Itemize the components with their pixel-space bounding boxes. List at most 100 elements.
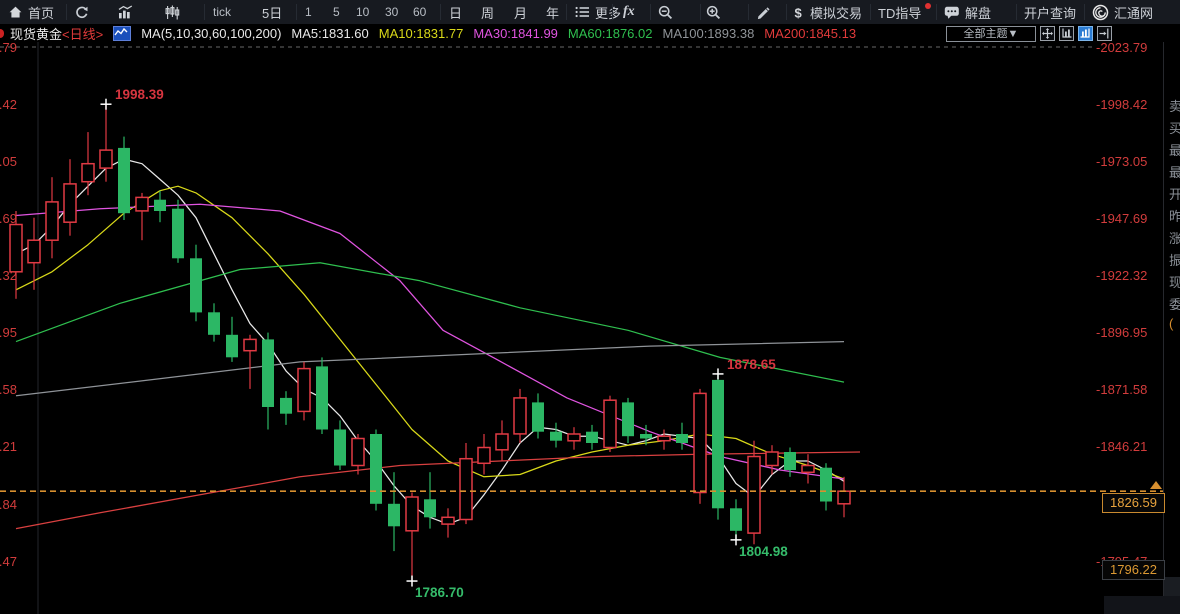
- clipped-quote-label: 委: [1169, 294, 1180, 310]
- toolbar-item-period-month[interactable]: 月: [514, 0, 527, 24]
- expand-icon[interactable]: [1040, 26, 1055, 41]
- toolbar-item-jiepan[interactable]: 解盘: [944, 0, 991, 24]
- chart-canvas[interactable]: 1998.391878.651804.981786.70: [0, 0, 1180, 614]
- clipped-quote-label: 昨: [1169, 206, 1180, 222]
- home-icon: [8, 5, 23, 19]
- toolbar-item-label: 日: [449, 3, 462, 22]
- current-price-box: 1826.59: [1102, 493, 1165, 513]
- ma-legend-item: MA10:1831.77: [379, 26, 464, 41]
- theme-dropdown[interactable]: 全部主题▼: [946, 26, 1036, 42]
- ma-group-label: MA(5,10,30,60,100,200): [141, 26, 281, 41]
- toolbar-item-period-5d[interactable]: 5日: [262, 0, 282, 24]
- toolbar-item-label: tick: [213, 5, 231, 19]
- zoom-out-icon: [658, 5, 673, 20]
- price-axis-label-clipped: 1998.42: [0, 97, 17, 112]
- ma-legend-item: MA30:1841.99: [473, 26, 558, 41]
- toolbar-item-label: 10: [356, 5, 369, 19]
- right-axis-chart-icon[interactable]: [1078, 26, 1093, 41]
- price-axis-label-clipped: 1947.69: [0, 211, 17, 226]
- price-axis-label-clipped: 1795.47: [0, 554, 17, 569]
- clipped-quote-label: 最: [1169, 162, 1180, 178]
- toolbar-item-period-10[interactable]: 10: [356, 0, 369, 24]
- toolbar-item-tick[interactable]: tick: [213, 0, 231, 24]
- clipped-quote-label: 现: [1169, 272, 1180, 288]
- toolbar-item-home[interactable]: 首页: [8, 0, 54, 24]
- price-axis-label-clipped: 1973.05: [0, 154, 17, 169]
- svg-text:1998.39: 1998.39: [115, 87, 164, 102]
- toolbar-item-more[interactable]: 更多: [575, 0, 621, 24]
- price-axis-label-clipped: 1846.21: [0, 439, 17, 454]
- price-axis-label: -1846.21: [1096, 439, 1147, 454]
- toolbar-item-account-query[interactable]: 开户查询: [1024, 0, 1076, 24]
- clipped-quote-label: 振: [1169, 250, 1180, 266]
- ma-legend-item: MA60:1876.02: [568, 26, 653, 41]
- toolbar-item-label: 年: [546, 3, 559, 22]
- toolbar-item-label: 周: [481, 3, 494, 22]
- toolbar-item-label: fx: [623, 4, 635, 20]
- price-axis-label-clipped: 1896.95: [0, 325, 17, 340]
- toolbar-item-period-5[interactable]: 5: [333, 0, 340, 24]
- period-tag: <日线>: [62, 27, 103, 42]
- toolbar-item-label: 30: [385, 5, 398, 19]
- clipped-quote-label: 卖: [1169, 96, 1180, 112]
- mini-chart-icon: [113, 26, 131, 41]
- ma-legend-item: MA100:1893.38: [663, 26, 755, 41]
- toolbar-item-period-day[interactable]: 日: [449, 0, 462, 24]
- toolbar-item-label: 60: [413, 5, 426, 19]
- toolbar-separator: [440, 4, 441, 20]
- toolbar-item-draw[interactable]: [756, 0, 771, 24]
- legend-row: 现货黄金<日线> MA(5,10,30,60,100,200) MA5:1831…: [0, 24, 1180, 42]
- toolbar-item-zoom-in[interactable]: [706, 0, 721, 24]
- toolbar-separator: [296, 4, 297, 20]
- ma-legend-item: MA5:1831.60: [291, 26, 368, 41]
- toolbar-item-period-30[interactable]: 30: [385, 0, 398, 24]
- huitong-logo-icon: [1092, 4, 1109, 21]
- price-axis-label: -1998.42: [1096, 97, 1147, 112]
- candlestick-icon: [165, 5, 180, 20]
- price-axis-label: -1871.58: [1096, 382, 1147, 397]
- toolbar-separator: [1084, 4, 1085, 20]
- svg-text:$: $: [795, 5, 803, 20]
- pane-arrow-icon[interactable]: [1097, 26, 1112, 41]
- price-axis-label: -1922.32: [1096, 268, 1147, 283]
- main-toolbar: 首页 tick 5日 1 5 10 30 60 日周 月年 更多fx $模拟交易 TD指导 解盘 开户查询汇…: [0, 0, 1180, 24]
- toolbar-item-label: TD指导: [878, 3, 921, 22]
- menu-list-icon: [575, 5, 590, 19]
- zoom-in-icon: [706, 5, 721, 20]
- toolbar-item-sim-trading[interactable]: $模拟交易: [794, 0, 862, 24]
- toolbar-item-period-year[interactable]: 年: [546, 0, 559, 24]
- svg-text:1804.98: 1804.98: [739, 544, 788, 559]
- toolbar-item-zoom-out[interactable]: [658, 0, 673, 24]
- clipped-quote-label: 开: [1169, 184, 1180, 200]
- toolbar-separator: [204, 4, 205, 20]
- toolbar-item-refresh[interactable]: [74, 0, 89, 24]
- clipped-quote-label: 涨: [1169, 228, 1180, 244]
- toolbar-separator: [786, 4, 787, 20]
- toolbar-item-huitong[interactable]: 汇通网: [1092, 0, 1153, 24]
- toolbar-item-td-guide[interactable]: TD指导: [878, 0, 921, 24]
- left-axis-chart-icon[interactable]: [1059, 26, 1074, 41]
- toolbar-item-label: 解盘: [965, 3, 991, 22]
- toolbar-item-label: 首页: [28, 3, 54, 22]
- svg-text:1786.70: 1786.70: [415, 585, 464, 600]
- toolbar-item-period-week[interactable]: 周: [481, 0, 494, 24]
- bottom-right-scroll-area: [1104, 596, 1180, 614]
- clipped-quote-label: 买: [1169, 118, 1180, 134]
- toolbar-item-fx[interactable]: fx: [623, 0, 635, 24]
- clipped-quote-label: 最: [1169, 140, 1180, 156]
- pencil-icon: [756, 5, 771, 20]
- price-axis-label-clipped: 1922.32: [0, 268, 17, 283]
- toolbar-item-period-1[interactable]: 1: [305, 0, 312, 24]
- toolbar-item-candle-chart-mode[interactable]: [165, 0, 180, 24]
- clipped-quote-label: (: [1169, 316, 1180, 332]
- price-up-arrow-icon: [1150, 481, 1162, 489]
- ma-legend: MA5:1831.60 MA10:1831.77 MA30:1841.99 MA60:…: [291, 26, 856, 41]
- toolbar-item-period-60[interactable]: 60: [413, 0, 426, 24]
- toolbar-item-label: 开户查询: [1024, 3, 1076, 22]
- toolbar-item-label: 5: [333, 5, 340, 19]
- bar-chart-icon: [118, 5, 133, 19]
- right-panel-divider: [1163, 42, 1164, 614]
- toolbar-item-label: 更多: [595, 3, 621, 22]
- toolbar-item-line-chart-mode[interactable]: [118, 0, 133, 24]
- toolbar-separator: [748, 4, 749, 20]
